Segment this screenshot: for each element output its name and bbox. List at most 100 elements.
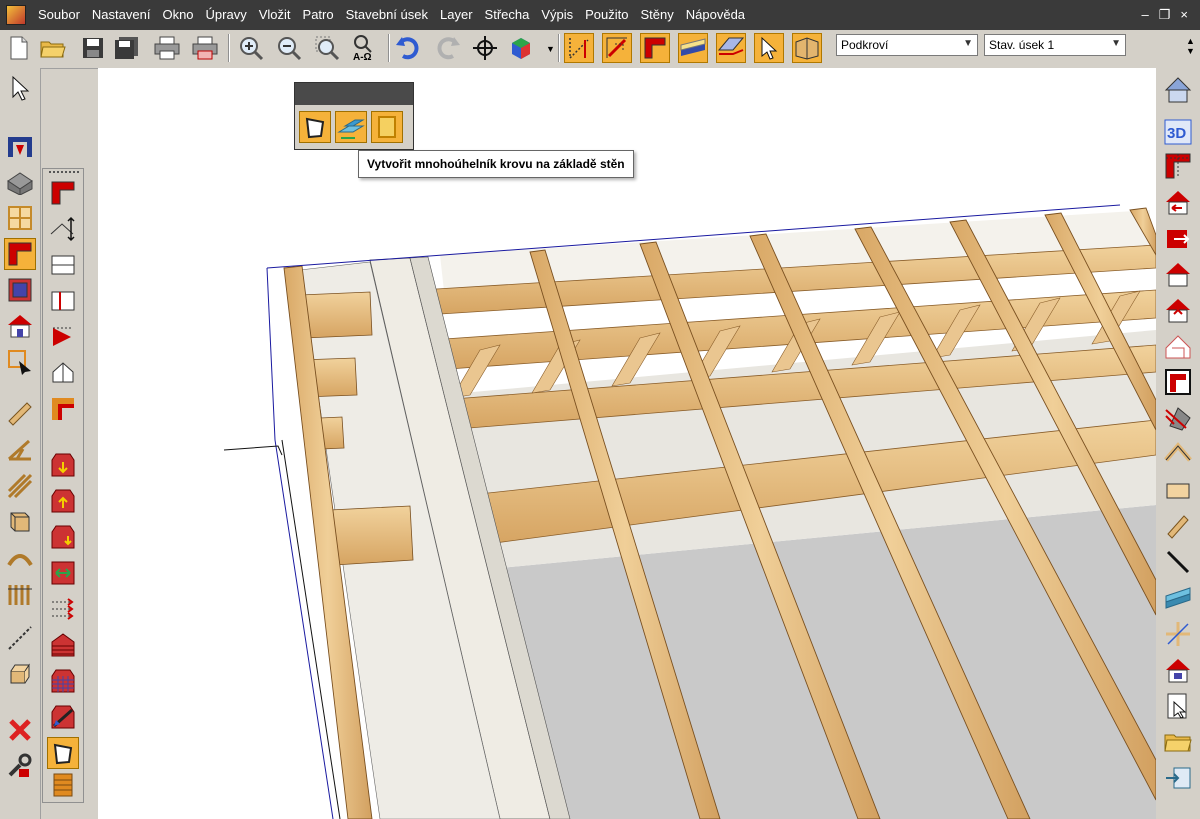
roof-plan-icon[interactable] xyxy=(716,33,746,63)
3d-viewport[interactable] xyxy=(98,68,1156,819)
box-3d-icon[interactable] xyxy=(4,658,36,690)
house-window-icon[interactable] xyxy=(1162,654,1194,686)
app-icon[interactable] xyxy=(6,5,26,25)
toolbar-overflow-icon[interactable]: ▲ ▼ xyxy=(1186,36,1195,56)
stair-icon[interactable] xyxy=(4,130,36,162)
frame-icon[interactable] xyxy=(4,274,36,306)
zoom-window-icon[interactable] xyxy=(312,33,342,63)
stack-icon[interactable] xyxy=(4,506,36,538)
redo-icon[interactable] xyxy=(432,33,462,63)
polygon-rect-icon[interactable] xyxy=(371,111,403,143)
pillar-icon[interactable] xyxy=(4,578,36,610)
house-view-icon[interactable] xyxy=(1162,74,1194,106)
gable-icon[interactable] xyxy=(1162,438,1194,470)
roof-lower-icon[interactable] xyxy=(47,521,79,553)
menu-stavebni-usek[interactable]: Stavební úsek xyxy=(340,0,434,30)
beam-diag-icon[interactable] xyxy=(1162,510,1194,542)
menu-patro[interactable]: Patro xyxy=(297,0,340,30)
menu-nastaveni[interactable]: Nastavení xyxy=(86,0,157,30)
dimension-tool-icon[interactable] xyxy=(564,33,594,63)
gable-outline-icon[interactable] xyxy=(47,357,79,389)
properties-icon[interactable] xyxy=(4,750,36,782)
save-icon[interactable] xyxy=(78,33,108,63)
folder-open-icon[interactable] xyxy=(1162,726,1194,758)
roof-corner-icon[interactable] xyxy=(47,177,79,209)
roof-layers-icon[interactable] xyxy=(47,393,79,425)
roof-edit-icon[interactable] xyxy=(47,701,79,733)
view-icon[interactable] xyxy=(1162,690,1194,722)
roof-outline-icon[interactable] xyxy=(1162,330,1194,362)
roof-red-icon[interactable] xyxy=(1162,366,1194,398)
line-diag-icon[interactable] xyxy=(1162,546,1194,578)
house-left-icon[interactable] xyxy=(1162,186,1194,218)
select-edit-icon[interactable] xyxy=(4,346,36,378)
3d-cube-icon[interactable] xyxy=(506,33,536,63)
polygon-from-walls-icon[interactable] xyxy=(335,111,367,143)
roof-box-icon[interactable] xyxy=(4,166,36,198)
section-icon[interactable] xyxy=(1162,150,1194,182)
roof-layer-icon[interactable] xyxy=(678,33,708,63)
menu-steny[interactable]: Stěny xyxy=(635,0,680,30)
menu-napoveda[interactable]: Nápověda xyxy=(680,0,751,30)
cursor-icon[interactable] xyxy=(754,33,784,63)
floor-select[interactable]: Podkroví ▼ xyxy=(836,34,978,56)
diagonal-icon[interactable] xyxy=(4,470,36,502)
roof-polygon-icon[interactable] xyxy=(47,737,79,769)
roof-down-icon[interactable] xyxy=(47,449,79,481)
rect-split-v-icon[interactable] xyxy=(47,285,79,317)
roof-red-icon[interactable] xyxy=(602,33,632,63)
roof-polygon-palette[interactable] xyxy=(294,82,414,150)
menu-layer[interactable]: Layer xyxy=(434,0,479,30)
book-icon[interactable] xyxy=(792,33,822,63)
palette-title-bar[interactable] xyxy=(295,83,413,105)
arch-icon[interactable] xyxy=(4,542,36,574)
section-select[interactable]: Stav. úsek 1 ▼ xyxy=(984,34,1126,56)
open-folder-icon[interactable] xyxy=(38,33,68,63)
roof-up-icon[interactable] xyxy=(47,485,79,517)
roof-height-icon[interactable] xyxy=(47,213,79,245)
line-icon[interactable] xyxy=(4,622,36,654)
toolbar-grip[interactable] xyxy=(49,171,79,176)
text-symbol-icon[interactable]: A-Ω xyxy=(350,33,380,63)
crosshair-icon[interactable] xyxy=(470,33,500,63)
truss-icon[interactable] xyxy=(4,434,36,466)
menu-upravy[interactable]: Úpravy xyxy=(200,0,253,30)
chimney-icon[interactable] xyxy=(1162,402,1194,434)
menu-soubor[interactable]: Soubor xyxy=(32,0,86,30)
menu-okno[interactable]: Okno xyxy=(156,0,199,30)
axis-icon[interactable] xyxy=(1162,618,1194,650)
triangle-icon[interactable] xyxy=(47,321,79,353)
roof-swap-icon[interactable] xyxy=(47,557,79,589)
roof-tiles-icon[interactable] xyxy=(47,629,79,661)
print-icon[interactable] xyxy=(152,33,182,63)
menu-strecha[interactable]: Střecha xyxy=(479,0,536,30)
pointer-icon[interactable] xyxy=(4,72,36,104)
restore-button[interactable]: ❐ xyxy=(1159,7,1171,23)
house-dormer-icon[interactable] xyxy=(1162,294,1194,326)
menu-vlozit[interactable]: Vložit xyxy=(253,0,297,30)
roof-corner-icon[interactable] xyxy=(4,238,36,270)
house-icon[interactable] xyxy=(4,310,36,342)
roof-section-icon[interactable] xyxy=(640,33,670,63)
house-red-icon[interactable] xyxy=(1162,258,1194,290)
arrows-icon[interactable] xyxy=(47,593,79,625)
new-file-icon[interactable] xyxy=(4,33,34,63)
undo-icon[interactable] xyxy=(394,33,424,63)
window-grid-icon[interactable] xyxy=(4,202,36,234)
print-preview-icon[interactable] xyxy=(190,33,220,63)
roof-grid-icon[interactable] xyxy=(47,665,79,697)
menu-vypis[interactable]: Výpis xyxy=(535,0,579,30)
minimize-button[interactable]: – xyxy=(1142,7,1149,23)
menu-pouzito[interactable]: Použito xyxy=(579,0,634,30)
zoom-in-icon[interactable] xyxy=(236,33,266,63)
3d-view-icon[interactable]: 3D xyxy=(1162,116,1194,148)
slab-icon[interactable] xyxy=(1162,474,1194,506)
rafter-icon[interactable] xyxy=(1162,582,1194,614)
3d-dropdown-arrow[interactable]: ▼ xyxy=(546,44,555,54)
save-all-icon[interactable] xyxy=(112,33,142,63)
roof-list-icon[interactable] xyxy=(47,769,79,801)
settings-icon[interactable] xyxy=(1162,762,1194,794)
polygon-draw-icon[interactable] xyxy=(299,111,331,143)
beam-icon[interactable] xyxy=(4,398,36,430)
rect-split-h-icon[interactable] xyxy=(47,249,79,281)
